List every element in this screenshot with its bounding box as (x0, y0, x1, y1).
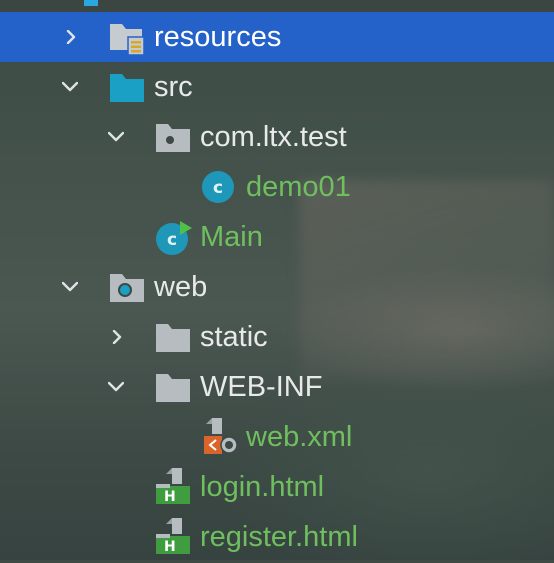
tree-item-login-html[interactable]: H login.html (0, 462, 554, 512)
tree-item-label: web (154, 271, 208, 303)
chevron-right-icon[interactable] (110, 330, 124, 344)
main-class-icon: c (154, 219, 192, 255)
svg-text:c: c (213, 178, 223, 198)
source-folder-icon (108, 70, 146, 106)
class-icon: c (200, 169, 238, 205)
chevron-down-icon[interactable] (62, 81, 78, 95)
tree-item-main[interactable]: c Main (0, 212, 554, 262)
tree-item-web-xml[interactable]: web.xml (0, 412, 554, 462)
tree-item-label: WEB-INF (200, 371, 323, 403)
tree-item-src[interactable]: src (0, 62, 554, 112)
tree-item-static[interactable]: static (0, 312, 554, 362)
tree-item-label: resources (154, 21, 282, 53)
tree-item-web[interactable]: web (0, 262, 554, 312)
html-file-icon: H (154, 466, 192, 505)
svg-text:H: H (164, 489, 176, 505)
chevron-down-icon[interactable] (108, 381, 124, 395)
tree-item-label: com.ltx.test (200, 121, 347, 153)
chevron-right-icon[interactable] (64, 30, 78, 44)
tree-item-resources[interactable]: resources (0, 12, 554, 62)
xml-file-icon (200, 416, 238, 454)
tree-item-web-inf[interactable]: WEB-INF (0, 362, 554, 412)
tree-item-label: Main (200, 221, 263, 253)
partial-item-marker (84, 0, 98, 6)
svg-text:c: c (167, 230, 177, 250)
tree-item-com-ltx-test[interactable]: com.ltx.test (0, 112, 554, 162)
truncated-row (0, 0, 554, 12)
web-folder-icon (108, 270, 146, 306)
folder-icon (154, 370, 192, 406)
chevron-down-icon[interactable] (108, 131, 124, 145)
tree-item-label: register.html (200, 521, 358, 553)
folder-icon (154, 320, 192, 356)
tree-item-label: static (200, 321, 268, 353)
tree-item-label: login.html (200, 471, 325, 503)
tree-item-label: src (154, 71, 193, 103)
package-icon (154, 120, 192, 156)
tree-item-register-html[interactable]: H register.html (0, 512, 554, 562)
tree-item-label: web.xml (246, 421, 353, 453)
svg-text:H: H (164, 539, 176, 555)
tree-item-demo01[interactable]: c demo01 (0, 162, 554, 212)
chevron-down-icon[interactable] (62, 281, 78, 295)
resources-folder-icon (108, 20, 146, 56)
html-file-icon: H (154, 516, 192, 555)
tree-item-label: demo01 (246, 171, 351, 203)
